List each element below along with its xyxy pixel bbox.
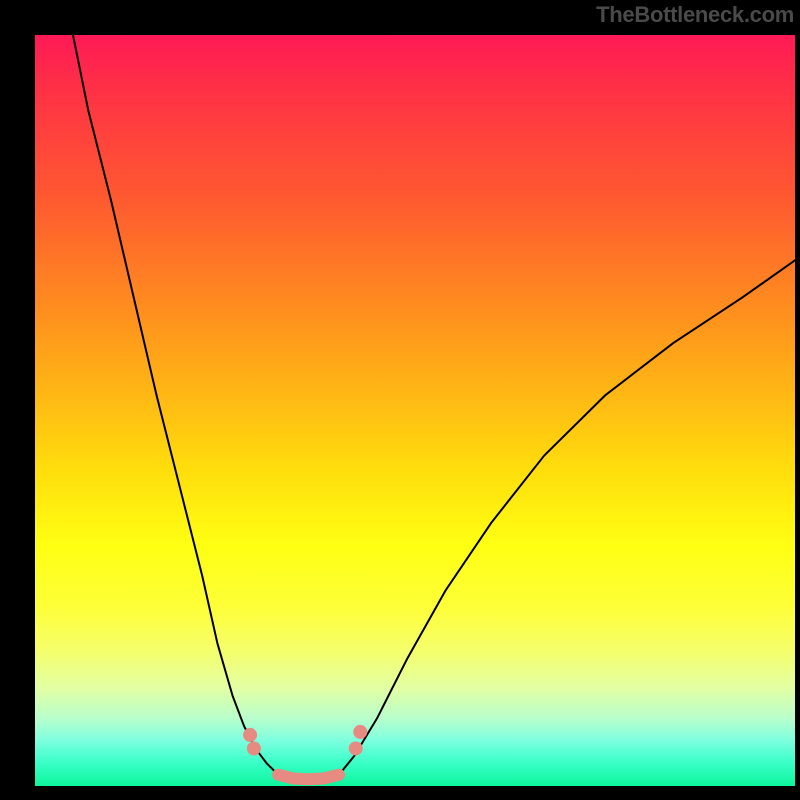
chart-svg — [35, 35, 795, 786]
marker-left-beads — [247, 741, 261, 755]
curve-bottom-connector — [278, 775, 339, 780]
watermark-text: TheBottleneck.com — [596, 2, 794, 28]
series-group — [73, 35, 795, 779]
plot-area — [35, 35, 795, 786]
curve-left-curve — [73, 35, 278, 775]
marker-right-beads — [353, 725, 367, 739]
marker-left-beads — [243, 728, 257, 742]
chart-frame: TheBottleneck.com — [0, 0, 800, 800]
curve-right-curve — [339, 260, 795, 774]
marker-right-beads — [349, 741, 363, 755]
